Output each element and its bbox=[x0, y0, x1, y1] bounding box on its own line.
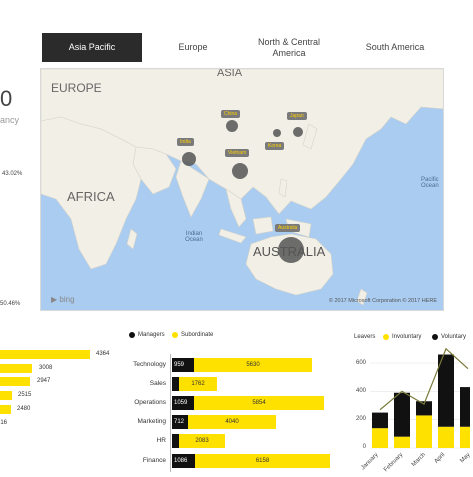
managers-bar[interactable]: 1086 bbox=[172, 454, 195, 468]
left-bar[interactable] bbox=[0, 405, 11, 414]
dept-category: Marketing bbox=[137, 418, 166, 425]
kpi-pct-top: 43.02% bbox=[2, 171, 23, 177]
subordinate-bar[interactable]: 1762 bbox=[179, 377, 217, 391]
dept-legend-subordinate[interactable]: Subordinate bbox=[172, 332, 213, 338]
y-tick: 0 bbox=[362, 444, 366, 450]
leavers-legend-involuntary[interactable]: Involuntary bbox=[383, 334, 421, 340]
pin-vietnam[interactable]: Vietnam bbox=[225, 149, 250, 157]
involuntary-bar[interactable] bbox=[372, 428, 388, 448]
pin-china[interactable]: China bbox=[221, 110, 241, 118]
y-tick: 400 bbox=[355, 388, 366, 394]
map-credit: © 2017 Microsoft Corporation © 2017 HERE bbox=[328, 298, 437, 304]
subordinate-bar[interactable]: 2083 bbox=[179, 434, 225, 448]
pin-india[interactable]: India bbox=[177, 138, 194, 146]
dept-category: HR bbox=[156, 437, 166, 444]
marker-vietnam[interactable] bbox=[232, 163, 248, 179]
voluntary-bar[interactable] bbox=[438, 354, 454, 427]
tab-south-america[interactable]: South America bbox=[352, 33, 438, 62]
involuntary-bar[interactable] bbox=[416, 415, 432, 448]
left-bar[interactable] bbox=[0, 377, 30, 386]
voluntary-bar[interactable] bbox=[394, 392, 410, 437]
legend-label: Involuntary bbox=[392, 334, 422, 340]
dept-axis bbox=[170, 354, 171, 472]
left-bar-value: 2947 bbox=[37, 378, 51, 384]
kpi-pct-bottom: 50.46% bbox=[0, 301, 21, 307]
dept-category: Finance bbox=[142, 457, 166, 464]
left-bar-value: 916 bbox=[0, 420, 8, 426]
managers-bar[interactable] bbox=[172, 377, 179, 391]
pin-australia[interactable]: Australia bbox=[275, 224, 301, 232]
subordinate-bar[interactable]: 6158 bbox=[195, 454, 330, 468]
left-bar[interactable] bbox=[0, 391, 12, 400]
bing-label: bing bbox=[59, 295, 75, 304]
subordinate-bar[interactable]: 5630 bbox=[194, 358, 312, 372]
pin-korea[interactable]: Korea bbox=[265, 142, 285, 150]
dept-legend-managers[interactable]: Managers bbox=[129, 332, 165, 338]
managers-bar[interactable] bbox=[172, 434, 179, 448]
bing-logo: ▶ bing bbox=[51, 295, 75, 304]
left-bar-value: 4364 bbox=[96, 351, 110, 357]
managers-bar[interactable]: 959 bbox=[172, 358, 194, 372]
involuntary-bar[interactable] bbox=[394, 436, 410, 448]
subordinate-bar[interactable]: 4040 bbox=[188, 415, 276, 429]
tab-north-central-america[interactable]: North & Central America bbox=[246, 33, 332, 62]
leavers-legend-voluntary[interactable]: Voluntary bbox=[432, 334, 466, 340]
involuntary-bar[interactable] bbox=[438, 426, 454, 448]
involuntary-dot-icon bbox=[383, 334, 389, 340]
label-asia: ASIA bbox=[217, 68, 243, 79]
total-line[interactable] bbox=[379, 347, 469, 411]
tab-europe[interactable]: Europe bbox=[150, 33, 236, 62]
voluntary-dot-icon bbox=[432, 334, 438, 340]
dept-category: Operations bbox=[134, 399, 166, 406]
legend-label: Subordinate bbox=[181, 332, 214, 338]
managers-dot-icon bbox=[129, 332, 135, 338]
y-tick: 200 bbox=[355, 416, 366, 422]
marker-india[interactable] bbox=[182, 152, 196, 166]
leavers-title: Leavers bbox=[354, 334, 376, 340]
subordinate-bar[interactable]: 5854 bbox=[194, 396, 324, 410]
left-bar-value: 2515 bbox=[18, 392, 32, 398]
label-africa: AFRICA bbox=[67, 189, 115, 204]
managers-bar[interactable]: 712 bbox=[172, 415, 188, 429]
bing-b-icon: ▶ bbox=[51, 295, 58, 304]
voluntary-bar[interactable] bbox=[372, 412, 388, 429]
left-bar[interactable] bbox=[0, 364, 32, 373]
managers-bar[interactable]: 1059 bbox=[172, 396, 194, 410]
marker-japan[interactable] bbox=[293, 127, 303, 137]
leavers-plot bbox=[370, 347, 470, 449]
legend-label: Managers bbox=[138, 332, 165, 338]
dept-category: Technology bbox=[133, 361, 166, 368]
label-indian-ocean: Indian Ocean bbox=[185, 231, 203, 243]
pin-japan[interactable]: Japan bbox=[287, 112, 307, 120]
label-australia: AUSTRALIA bbox=[253, 244, 326, 259]
legend-label: Voluntary bbox=[441, 334, 467, 340]
tab-asia-pacific[interactable]: Asia Pacific bbox=[42, 33, 142, 62]
region-map[interactable]: ASIA EUROPE AFRICA AUSTRALIA Indian Ocea… bbox=[40, 68, 444, 311]
kpi-value: 0 bbox=[0, 86, 13, 111]
dashboard: Asia Pacific Europe North & Central Amer… bbox=[0, 0, 473, 477]
involuntary-bar[interactable] bbox=[460, 426, 470, 448]
voluntary-bar[interactable] bbox=[460, 387, 470, 427]
kpi-subtitle: ancy bbox=[0, 115, 20, 125]
left-bar-value: 3008 bbox=[39, 365, 53, 371]
y-tick: 600 bbox=[355, 360, 366, 366]
label-europe: EUROPE bbox=[51, 81, 102, 95]
dept-category: Sales bbox=[149, 380, 166, 387]
marker-china[interactable] bbox=[226, 120, 238, 132]
label-pacific-ocean: Pacific Ocean bbox=[421, 177, 439, 189]
left-bar[interactable] bbox=[0, 350, 90, 359]
subordinate-dot-icon bbox=[172, 332, 178, 338]
left-bar-value: 2480 bbox=[17, 406, 31, 412]
marker-korea[interactable] bbox=[273, 129, 281, 137]
